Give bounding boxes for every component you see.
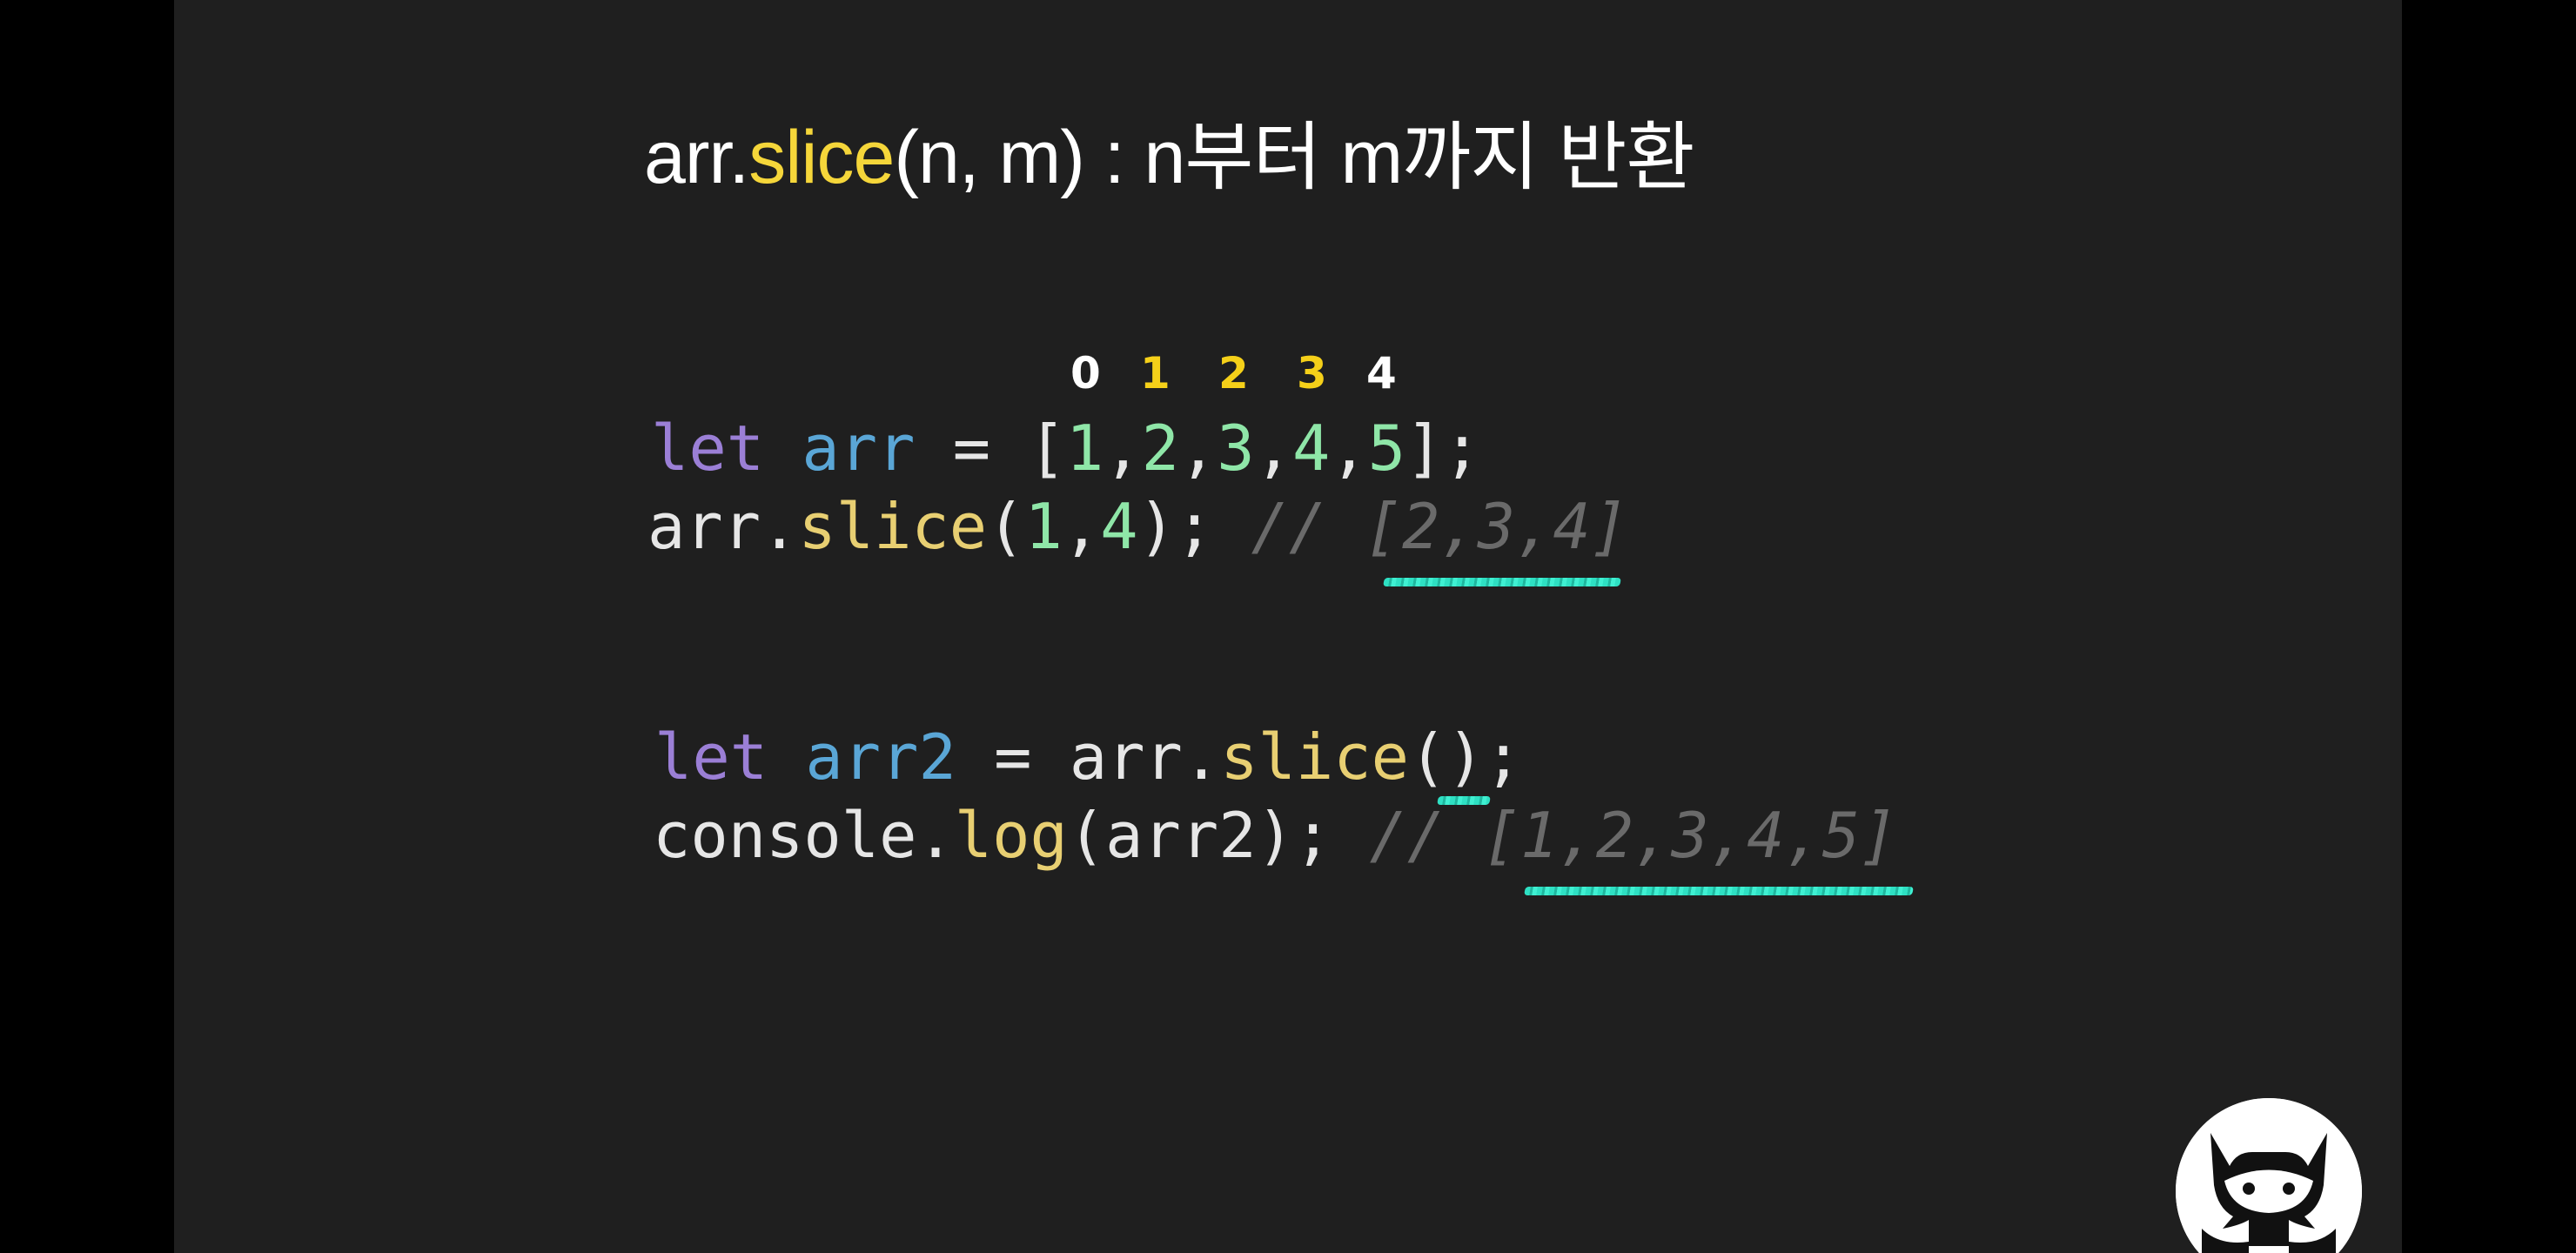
num-5: 5	[1367, 412, 1406, 485]
index-4: 4	[1366, 348, 1397, 399]
num-3: 3	[1217, 412, 1255, 485]
code-line-console-log: console.log(arr2); // [1,2,3,4,5]	[653, 796, 1898, 874]
title-suffix: (n, m) : n부터 m까지 반환	[894, 116, 1694, 199]
comment-result-2: // [1,2,3,4,5]	[1369, 799, 1898, 872]
index-1: 1	[1140, 348, 1171, 399]
assign-op: = [	[915, 412, 1066, 485]
keyword-let: let	[651, 412, 765, 485]
num-2: 2	[1141, 412, 1179, 485]
slide-title: arr.slice(n, m) : n부터 m까지 반환	[644, 96, 1695, 204]
index-3: 3	[1297, 348, 1327, 399]
index-2: 2	[1218, 348, 1249, 399]
arg-4: 4	[1100, 490, 1138, 563]
method-slice: slice	[798, 490, 988, 563]
title-prefix: arr.	[644, 116, 749, 199]
title-method: slice	[748, 116, 895, 199]
num-4: 4	[1292, 412, 1331, 485]
num-1: 1	[1065, 412, 1104, 485]
slide: arr.slice(n, m) : n부터 m까지 반환 0 1 2 3 4 l…	[174, 0, 2402, 1253]
code-line-let-arr: let arr = [1,2,3,4,5];	[651, 412, 1481, 485]
underline-result-2	[1524, 887, 1914, 895]
method-slice-2: slice	[1220, 720, 1409, 794]
arg-1: 1	[1024, 490, 1063, 563]
obj-arr: arr.	[647, 490, 799, 563]
underline-result-1	[1383, 578, 1621, 586]
keyword-let-2: let	[654, 720, 768, 794]
code-line-let-arr2: let arr2 = arr.slice();	[654, 720, 1523, 794]
var-arr2: arr2	[805, 720, 956, 794]
array-end: ];	[1405, 412, 1481, 485]
video-frame: arr.slice(n, m) : n부터 m까지 반환 0 1 2 3 4 l…	[0, 0, 2576, 1253]
var-arr: arr	[802, 412, 916, 485]
assign-op-2: = arr.	[956, 720, 1221, 794]
index-0: 0	[1070, 348, 1101, 399]
obj-console: console.	[653, 799, 955, 872]
comment-result-1: // [2,3,4]	[1251, 490, 1629, 563]
log-args: (arr2);	[1067, 799, 1332, 872]
code-line-arr-slice: arr.slice(1,4); // [2,3,4]	[647, 490, 1629, 563]
method-log: log	[954, 799, 1068, 872]
devil-cat-icon	[2176, 1098, 2362, 1253]
